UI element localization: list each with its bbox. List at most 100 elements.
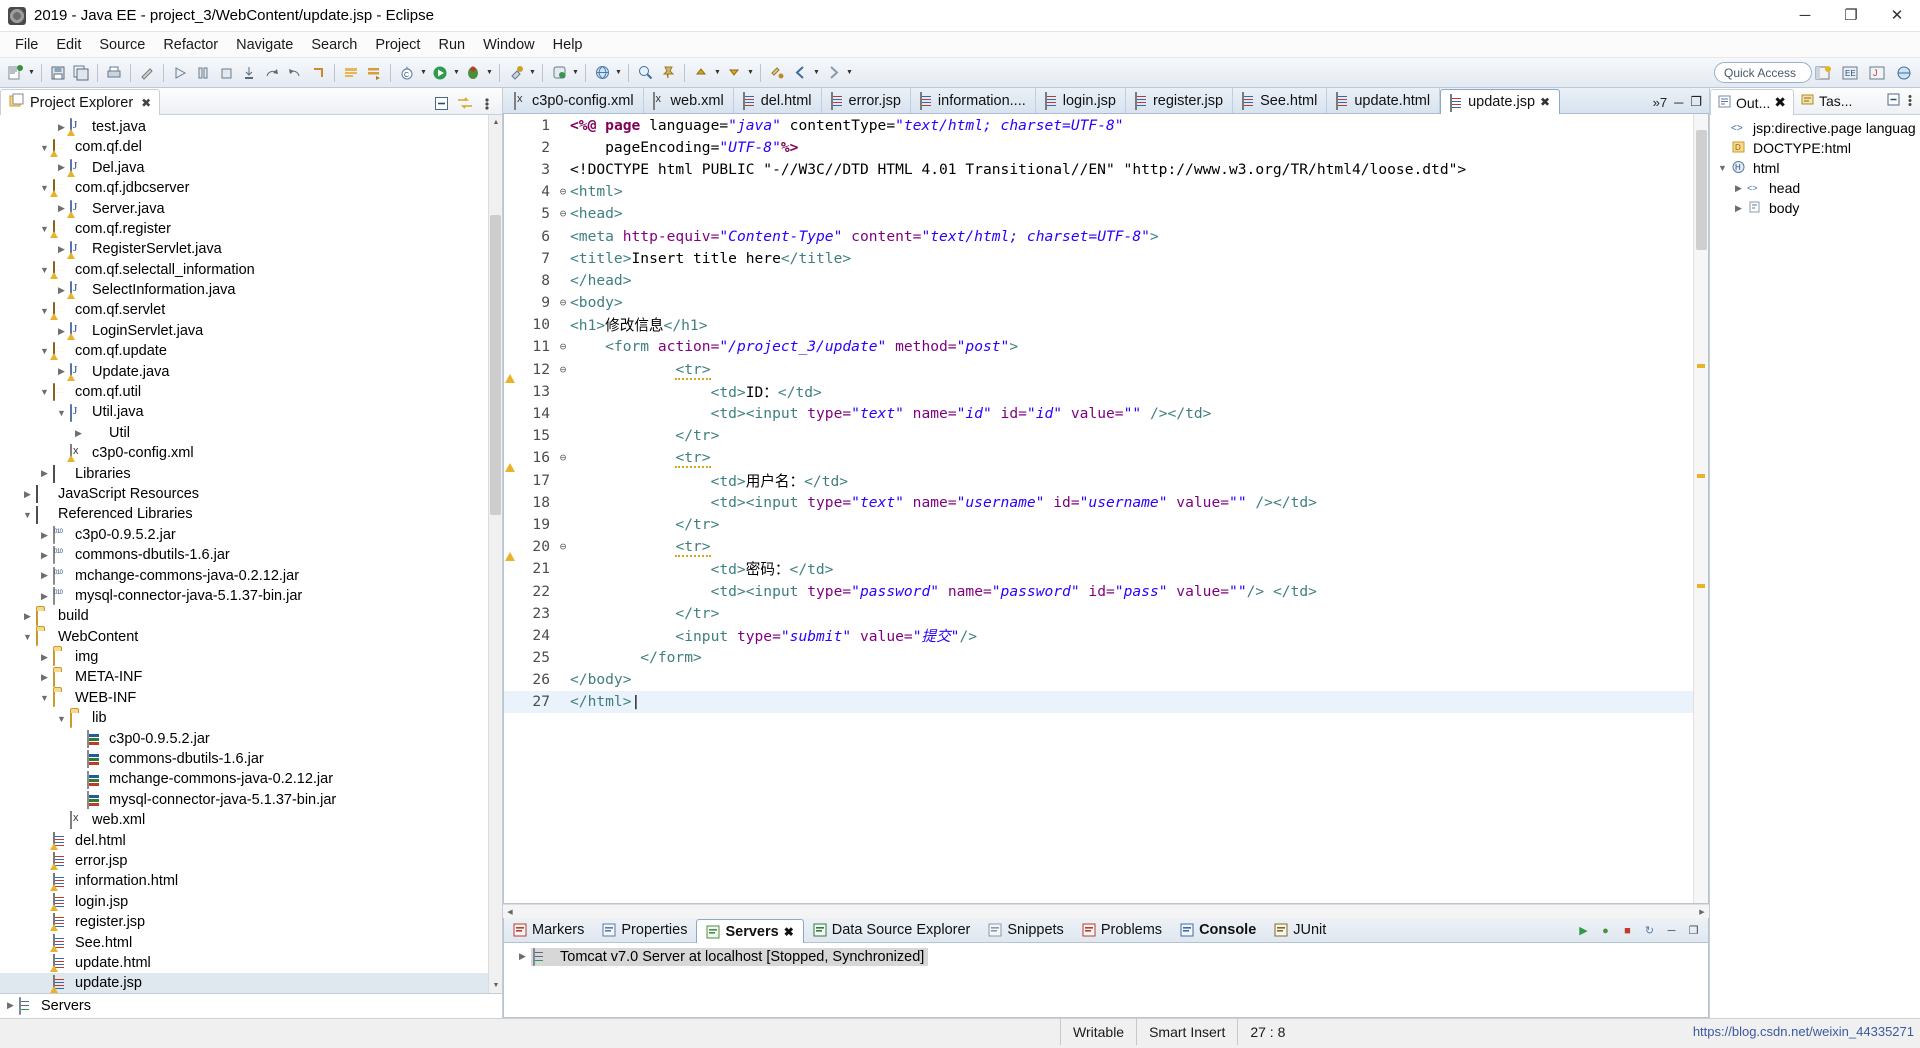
fold-toggle-icon[interactable]: ⊖ (556, 297, 570, 308)
tree-item[interactable]: ▶mchange-commons-java-0.2.12.jar (0, 770, 502, 790)
open-resource-icon[interactable] (363, 62, 385, 84)
fold-toggle-icon[interactable]: ⊖ (556, 186, 570, 197)
tree-item[interactable]: ▶Update.java (0, 362, 502, 382)
code-line[interactable]: 4 ⊖ <html> (504, 181, 1693, 203)
step-return-icon[interactable] (284, 62, 306, 84)
editor-tab-c3p0-config-xml[interactable]: c3p0-config.xml (505, 88, 644, 113)
menu-edit[interactable]: Edit (47, 34, 90, 56)
close-icon[interactable]: ✖ (1540, 95, 1550, 109)
code-content[interactable]: 1 <%@ page language="java" contentType="t… (504, 114, 1693, 903)
debug-suspend-icon[interactable] (192, 62, 214, 84)
server-list-row[interactable]: ▶ Tomcat v7.0 Server at localhost [Stopp… (504, 947, 1708, 966)
chevron-right-icon[interactable]: ▶ (70, 428, 87, 439)
chevron-right-icon[interactable]: ▶ (19, 611, 36, 622)
scroll-up-icon[interactable]: ▲ (489, 115, 502, 129)
chevron-right-icon[interactable]: ▶ (514, 951, 531, 962)
fold-toggle-icon[interactable]: ⊖ (556, 364, 570, 375)
minimize-panel-icon[interactable]: ─ (1663, 922, 1680, 939)
menu-help[interactable]: Help (544, 34, 592, 56)
web-perspective-icon[interactable] (1892, 61, 1916, 85)
tab-outline[interactable]: Out... ✖ (1710, 89, 1794, 115)
step-into-icon[interactable] (238, 62, 260, 84)
tree-item[interactable]: ▶RegisterServlet.java (0, 239, 502, 259)
fold-toggle-icon[interactable]: ⊖ (556, 452, 570, 463)
java-ee-perspective-icon[interactable]: EE (1838, 61, 1862, 85)
outline-item[interactable]: ▶<>jsp:directive.page languag (1710, 118, 1920, 138)
tree-item[interactable]: ▶ mysql-connector-java-5.1.37-bin.jar (0, 586, 502, 606)
tree-item[interactable]: ▼ WebContent (0, 627, 502, 647)
editor-tab-error-jsp[interactable]: error.jsp (822, 88, 911, 113)
outline-item[interactable]: ▼ Hhtml (1710, 158, 1920, 178)
code-line[interactable]: 15 </tr> (504, 425, 1693, 447)
code-line[interactable]: 14 <td><input type="text" name="id" id="… (504, 402, 1693, 424)
editor-tab-update-html[interactable]: update.html (1327, 88, 1441, 113)
debug-dropdown-icon[interactable]: ▼ (485, 62, 494, 84)
chevron-right-icon[interactable]: ▶ (1730, 203, 1747, 214)
step-over-icon[interactable] (261, 62, 283, 84)
back-icon[interactable] (789, 62, 811, 84)
source-editor[interactable]: 1 <%@ page language="java" contentType="t… (503, 114, 1709, 904)
quick-access-input[interactable]: Quick Access (1714, 62, 1812, 83)
chevron-right-icon[interactable]: ▶ (36, 530, 53, 541)
editor-tab-information-[interactable]: information.... (911, 88, 1036, 113)
stop-server-icon[interactable]: ■ (1619, 922, 1636, 939)
menu-project[interactable]: Project (366, 34, 429, 56)
scroll-right-icon[interactable]: ▶ (1695, 908, 1709, 916)
code-line[interactable]: 21 <td>密码：</td> (504, 558, 1693, 580)
chevron-down-icon[interactable]: ▼ (36, 693, 53, 703)
tree-item[interactable]: ▼ com.qf.del (0, 137, 502, 157)
back-dropdown-icon[interactable]: ▼ (812, 62, 821, 84)
menu-window[interactable]: Window (474, 34, 544, 56)
chevron-right-icon[interactable]: ▶ (36, 591, 53, 602)
bottom-tab-problems[interactable]: Problems (1073, 918, 1171, 942)
code-line[interactable]: 18 <td><input type="text" name="username… (504, 491, 1693, 513)
editor-tab-see-html[interactable]: See.html (1233, 88, 1328, 113)
tree-item[interactable]: ▼ Referenced Libraries (0, 504, 502, 524)
tree-item[interactable]: ▶ Util (0, 423, 502, 443)
external-tools-icon[interactable] (505, 62, 527, 84)
tree-item[interactable]: ▶ Libraries (0, 464, 502, 484)
code-line[interactable]: 7 <title>Insert title here</title> (504, 247, 1693, 269)
bottom-tab-servers[interactable]: Servers ✖ (696, 919, 804, 943)
code-line[interactable]: 5 ⊖ <head> (504, 203, 1693, 225)
fold-toggle-icon[interactable]: ⊖ (556, 541, 570, 552)
close-icon[interactable]: ✖ (784, 925, 794, 939)
code-line[interactable]: 8 </head> (504, 269, 1693, 291)
editor-vertical-scrollbar[interactable] (1693, 114, 1708, 903)
chevron-down-icon[interactable]: ▼ (1714, 163, 1731, 173)
code-line[interactable]: 26 </body> (504, 669, 1693, 691)
editor-tab-update-jsp[interactable]: update.jsp ✖ (1440, 89, 1561, 114)
chevron-down-icon[interactable]: ▼ (19, 510, 36, 520)
new-wizard-icon[interactable] (4, 62, 26, 84)
link-with-editor-icon[interactable] (456, 95, 473, 112)
publish-icon[interactable]: ↻ (1641, 922, 1658, 939)
pin-editor-icon[interactable] (657, 62, 679, 84)
tree-item[interactable]: ▼ com.qf.util (0, 382, 502, 402)
tree-item[interactable]: ▼ com.qf.update (0, 341, 502, 361)
forward-icon[interactable] (822, 62, 844, 84)
bottom-tab-junit[interactable]: JUnit (1265, 918, 1335, 942)
annotation-marker[interactable] (1697, 474, 1705, 478)
next-annotation-icon[interactable] (723, 62, 745, 84)
collapse-all-icon[interactable] (1887, 93, 1901, 111)
drop-to-frame-icon[interactable] (307, 62, 329, 84)
code-line[interactable]: 23 </tr> (504, 602, 1693, 624)
search-icon[interactable] (634, 62, 656, 84)
quick-fix-icon[interactable] (136, 62, 158, 84)
debug-resume-icon[interactable] (169, 62, 191, 84)
code-line[interactable]: 27 </html>| (504, 690, 1693, 714)
tree-item[interactable]: ▶del.html (0, 831, 502, 851)
chevron-down-icon[interactable]: ▼ (53, 714, 70, 724)
maximize-button[interactable]: ❐ (1828, 0, 1874, 32)
tree-item[interactable]: ▼ Util.java (0, 402, 502, 422)
tree-item[interactable]: ▼ com.qf.servlet (0, 301, 502, 321)
tree-item[interactable]: ▶web.xml (0, 810, 502, 830)
tree-item[interactable]: ▼ com.qf.register (0, 219, 502, 239)
tree-item[interactable]: ▶login.jsp (0, 892, 502, 912)
java-perspective-icon[interactable]: J (1865, 61, 1889, 85)
editor-tab-web-xml[interactable]: web.xml (644, 88, 734, 113)
bottom-tab-snippets[interactable]: Snippets (979, 918, 1072, 942)
tree-item[interactable]: ▶ META-INF (0, 668, 502, 688)
tree-item[interactable]: ▶update.html (0, 953, 502, 973)
tree-item[interactable]: ▶c3p0-0.9.5.2.jar (0, 729, 502, 749)
